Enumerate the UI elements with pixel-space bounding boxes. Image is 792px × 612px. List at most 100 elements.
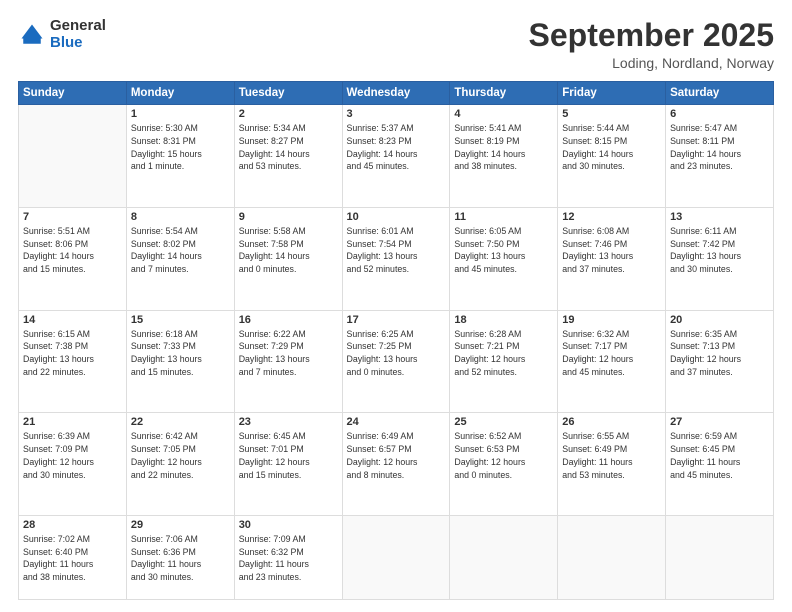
day-info: Sunrise: 6:45 AMSunset: 7:01 PMDaylight:… (239, 430, 338, 481)
day-number: 4 (454, 108, 553, 120)
table-row: 7 Sunrise: 5:51 AMSunset: 8:06 PMDaylight… (19, 207, 127, 310)
calendar-week-3: 21 Sunrise: 6:39 AMSunset: 7:09 PMDayligh… (19, 413, 774, 516)
table-row: 26Sunrise: 6:55 AMSunset: 6:49 PMDayligh… (558, 413, 666, 516)
day-info: Sunrise: 6:52 AMSunset: 6:53 PMDaylight:… (454, 430, 553, 481)
day-number: 27 (670, 416, 769, 428)
day-number: 18 (454, 314, 553, 326)
day-number: 13 (670, 211, 769, 223)
day-number: 10 (347, 211, 446, 223)
day-number: 2 (239, 108, 338, 120)
day-info: Sunrise: 6:49 AMSunset: 6:57 PMDaylight:… (347, 430, 446, 481)
table-row (450, 515, 558, 599)
day-info: Sunrise: 6:22 AMSunset: 7:29 PMDaylight:… (239, 328, 338, 379)
col-tuesday: Tuesday (234, 82, 342, 105)
day-number: 5 (562, 108, 661, 120)
day-info: Sunrise: 7:02 AMSunset: 6:40 PMDaylight:… (23, 533, 122, 584)
title-block: September 2025 Loding, Nordland, Norway (529, 18, 774, 71)
day-number: 21 (23, 416, 122, 428)
day-info: Sunrise: 5:44 AMSunset: 8:15 PMDaylight:… (562, 122, 661, 173)
table-row: 28 Sunrise: 7:02 AMSunset: 6:40 PMDayligh… (19, 515, 127, 599)
day-number: 6 (670, 108, 769, 120)
day-info: Sunrise: 6:18 AMSunset: 7:33 PMDaylight:… (131, 328, 230, 379)
day-info: Sunrise: 7:06 AMSunset: 6:36 PMDaylight:… (131, 533, 230, 584)
table-row: 17 Sunrise: 6:25 AMSunset: 7:25 PMDayligh… (342, 310, 450, 413)
page: General Blue September 2025 Loding, Nord… (0, 0, 792, 612)
table-row: 4 Sunrise: 5:41 AMSunset: 8:19 PMDaylight… (450, 105, 558, 208)
day-info: Sunrise: 6:25 AMSunset: 7:25 PMDaylight:… (347, 328, 446, 379)
table-row: 19Sunrise: 6:32 AMSunset: 7:17 PMDayligh… (558, 310, 666, 413)
calendar-week-1: 7 Sunrise: 5:51 AMSunset: 8:06 PMDaylight… (19, 207, 774, 310)
table-row: 21 Sunrise: 6:39 AMSunset: 7:09 PMDayligh… (19, 413, 127, 516)
col-saturday: Saturday (666, 82, 774, 105)
table-row: 30 Sunrise: 7:09 AMSunset: 6:32 PMDayligh… (234, 515, 342, 599)
day-info: Sunrise: 5:47 AMSunset: 8:11 PMDaylight:… (670, 122, 769, 173)
day-number: 20 (670, 314, 769, 326)
table-row: 29 Sunrise: 7:06 AMSunset: 6:36 PMDayligh… (126, 515, 234, 599)
day-info: Sunrise: 6:35 AMSunset: 7:13 PMDaylight:… (670, 328, 769, 379)
day-number: 23 (239, 416, 338, 428)
day-number: 29 (131, 519, 230, 531)
day-info: Sunrise: 6:15 AMSunset: 7:38 PMDaylight:… (23, 328, 122, 379)
day-info: Sunrise: 5:54 AMSunset: 8:02 PMDaylight:… (131, 225, 230, 276)
table-row: 11 Sunrise: 6:05 AMSunset: 7:50 PMDayligh… (450, 207, 558, 310)
table-row: 8 Sunrise: 5:54 AMSunset: 8:02 PMDaylight… (126, 207, 234, 310)
day-info: Sunrise: 5:51 AMSunset: 8:06 PMDaylight:… (23, 225, 122, 276)
logo-text: General Blue (50, 18, 106, 51)
table-row (666, 515, 774, 599)
day-number: 30 (239, 519, 338, 531)
table-row: 16 Sunrise: 6:22 AMSunset: 7:29 PMDayligh… (234, 310, 342, 413)
day-number: 1 (131, 108, 230, 120)
day-number: 25 (454, 416, 553, 428)
day-number: 3 (347, 108, 446, 120)
logo: General Blue (18, 18, 106, 51)
day-number: 7 (23, 211, 122, 223)
day-info: Sunrise: 5:37 AMSunset: 8:23 PMDaylight:… (347, 122, 446, 173)
day-number: 24 (347, 416, 446, 428)
day-info: Sunrise: 6:11 AMSunset: 7:42 PMDaylight:… (670, 225, 769, 276)
main-title: September 2025 (529, 18, 774, 53)
col-friday: Friday (558, 82, 666, 105)
day-number: 28 (23, 519, 122, 531)
table-row: 1 Sunrise: 5:30 AMSunset: 8:31 PMDaylight… (126, 105, 234, 208)
table-row: 18 Sunrise: 6:28 AMSunset: 7:21 PMDayligh… (450, 310, 558, 413)
day-number: 9 (239, 211, 338, 223)
day-info: Sunrise: 6:05 AMSunset: 7:50 PMDaylight:… (454, 225, 553, 276)
col-thursday: Thursday (450, 82, 558, 105)
day-info: Sunrise: 5:41 AMSunset: 8:19 PMDaylight:… (454, 122, 553, 173)
day-number: 8 (131, 211, 230, 223)
day-info: Sunrise: 6:28 AMSunset: 7:21 PMDaylight:… (454, 328, 553, 379)
table-row: 2Sunrise: 5:34 AMSunset: 8:27 PMDaylight… (234, 105, 342, 208)
day-number: 14 (23, 314, 122, 326)
table-row: 3 Sunrise: 5:37 AMSunset: 8:23 PMDaylight… (342, 105, 450, 208)
day-number: 19 (562, 314, 661, 326)
day-info: Sunrise: 7:09 AMSunset: 6:32 PMDaylight:… (239, 533, 338, 584)
table-row: 27 Sunrise: 6:59 AMSunset: 6:45 PMDayligh… (666, 413, 774, 516)
col-monday: Monday (126, 82, 234, 105)
day-number: 15 (131, 314, 230, 326)
day-info: Sunrise: 5:30 AMSunset: 8:31 PMDaylight:… (131, 122, 230, 173)
logo-icon (18, 21, 46, 49)
day-number: 16 (239, 314, 338, 326)
table-row: 12Sunrise: 6:08 AMSunset: 7:46 PMDayligh… (558, 207, 666, 310)
day-info: Sunrise: 6:39 AMSunset: 7:09 PMDaylight:… (23, 430, 122, 481)
day-info: Sunrise: 6:01 AMSunset: 7:54 PMDaylight:… (347, 225, 446, 276)
table-row (342, 515, 450, 599)
day-number: 11 (454, 211, 553, 223)
table-row (558, 515, 666, 599)
table-row: 13 Sunrise: 6:11 AMSunset: 7:42 PMDayligh… (666, 207, 774, 310)
logo-blue: Blue (50, 35, 106, 52)
calendar-week-4: 28 Sunrise: 7:02 AMSunset: 6:40 PMDayligh… (19, 515, 774, 599)
table-row: 24 Sunrise: 6:49 AMSunset: 6:57 PMDayligh… (342, 413, 450, 516)
header-row: Sunday Monday Tuesday Wednesday Thursday… (19, 82, 774, 105)
calendar-week-0: 1 Sunrise: 5:30 AMSunset: 8:31 PMDaylight… (19, 105, 774, 208)
day-info: Sunrise: 6:42 AMSunset: 7:05 PMDaylight:… (131, 430, 230, 481)
table-row: 9Sunrise: 5:58 AMSunset: 7:58 PMDaylight… (234, 207, 342, 310)
day-info: Sunrise: 6:59 AMSunset: 6:45 PMDaylight:… (670, 430, 769, 481)
table-row: 5 Sunrise: 5:44 AMSunset: 8:15 PMDaylight… (558, 105, 666, 208)
logo-general: General (50, 18, 106, 35)
day-number: 22 (131, 416, 230, 428)
day-info: Sunrise: 6:08 AMSunset: 7:46 PMDaylight:… (562, 225, 661, 276)
header: General Blue September 2025 Loding, Nord… (18, 18, 774, 71)
table-row: 23 Sunrise: 6:45 AMSunset: 7:01 PMDayligh… (234, 413, 342, 516)
day-number: 17 (347, 314, 446, 326)
